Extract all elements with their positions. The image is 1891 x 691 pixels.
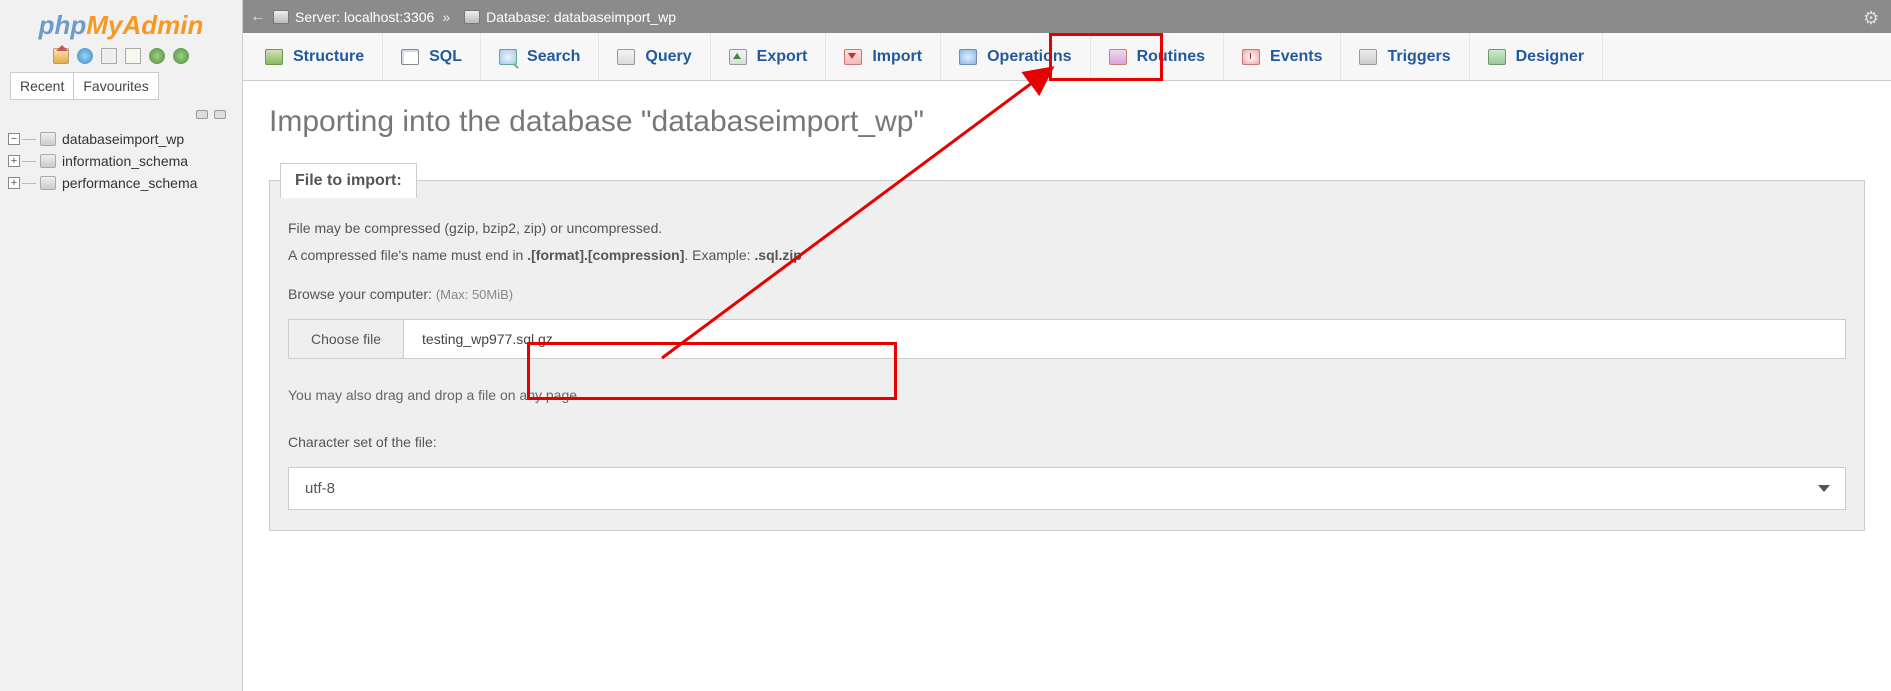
sql-icon[interactable]: [101, 48, 117, 64]
tab-label: SQL: [429, 48, 462, 66]
favourites-button[interactable]: Favourites: [74, 72, 158, 100]
sql-tab-icon: [401, 49, 419, 65]
phpmyadmin-logo[interactable]: phpMyAdmin: [0, 0, 242, 45]
export-icon: [729, 49, 747, 65]
server-icon: [273, 10, 289, 24]
tab-label: Search: [527, 48, 580, 66]
tree-line-icon: [22, 183, 36, 184]
tab-label: Structure: [293, 48, 364, 66]
tree-collapse-icons: [0, 106, 242, 126]
events-icon: [1242, 49, 1260, 65]
breadcrumb-database[interactable]: Database: databaseimport_wp: [486, 9, 676, 25]
charset-select-wrap: utf-8: [288, 467, 1846, 510]
tab-events[interactable]: Events: [1224, 33, 1341, 80]
browse-label-row: Browse your computer: (Max: 50MiB): [288, 284, 1846, 305]
docs-icon[interactable]: [125, 48, 141, 64]
collapse-icon[interactable]: [196, 110, 208, 119]
tab-routines[interactable]: Routines: [1091, 33, 1224, 80]
compress-hint-1: File may be compressed (gzip, bzip2, zip…: [288, 218, 1846, 239]
operations-icon: [959, 49, 977, 65]
tab-designer[interactable]: Designer: [1470, 33, 1603, 80]
tab-sql[interactable]: SQL: [383, 33, 481, 80]
search-icon: [499, 49, 517, 65]
designer-icon: [1488, 49, 1506, 65]
tab-label: Query: [645, 48, 691, 66]
recent-favourites: Recent Favourites: [0, 72, 242, 100]
tab-structure[interactable]: Structure: [247, 33, 383, 80]
tree-line-icon: [22, 139, 36, 140]
main-panel: ← Server: localhost:3306 » Database: dat…: [243, 0, 1891, 691]
tab-triggers[interactable]: Triggers: [1341, 33, 1469, 80]
max-size-label: (Max: 50MiB): [436, 287, 513, 302]
tree-db-label: performance_schema: [62, 175, 197, 191]
tab-query[interactable]: Query: [599, 33, 710, 80]
page-settings-icon[interactable]: [1863, 8, 1881, 26]
database-icon: [40, 132, 56, 146]
settings-icon[interactable]: [149, 48, 165, 64]
hint-text: A compressed file's name must end in: [288, 247, 527, 263]
tree-db-label: information_schema: [62, 153, 188, 169]
hint-text: . Example:: [684, 247, 754, 263]
hint-bold: .[format].[compression]: [527, 247, 684, 263]
tree-toggle-icon[interactable]: +: [8, 155, 20, 167]
structure-icon: [265, 49, 283, 65]
file-input[interactable]: Choose file testing_wp977.sql.gz: [288, 319, 1846, 359]
database-icon: [464, 10, 480, 24]
main-tabs: Structure SQL Search Query Export Import…: [243, 33, 1891, 81]
import-icon: [844, 49, 862, 65]
charset-label: Character set of the file:: [288, 432, 1846, 453]
database-icon: [40, 154, 56, 168]
tree-row-performance_schema[interactable]: + performance_schema: [8, 172, 234, 194]
sidebar-icon-row: [0, 45, 242, 72]
choose-file-button[interactable]: Choose file: [289, 320, 404, 358]
tree-toggle-icon[interactable]: −: [8, 133, 20, 145]
chosen-filename: testing_wp977.sql.gz: [404, 320, 571, 358]
charset-select[interactable]: utf-8: [288, 467, 1846, 510]
routines-icon: [1109, 49, 1127, 65]
tab-search[interactable]: Search: [481, 33, 599, 80]
breadcrumb-server[interactable]: Server: localhost:3306: [295, 9, 434, 25]
tab-label: Events: [1270, 48, 1322, 66]
tab-label: Designer: [1516, 48, 1584, 66]
hint-example: .sql.zip: [754, 247, 801, 263]
tab-label: Operations: [987, 48, 1071, 66]
reload-icon[interactable]: [173, 48, 189, 64]
breadcrumb-separator: »: [442, 9, 450, 25]
database-icon: [40, 176, 56, 190]
content-area: Importing into the database "databaseimp…: [243, 81, 1891, 555]
drag-drop-note: You may also drag and drop a file on any…: [288, 385, 1846, 406]
triggers-icon: [1359, 49, 1377, 65]
breadcrumb-bar: ← Server: localhost:3306 » Database: dat…: [243, 0, 1891, 33]
recent-button[interactable]: Recent: [10, 72, 74, 100]
tab-label: Routines: [1137, 48, 1205, 66]
tab-label: Export: [757, 48, 808, 66]
help-icon[interactable]: [77, 48, 93, 64]
page-title: Importing into the database "databaseimp…: [269, 105, 1865, 139]
tab-operations[interactable]: Operations: [941, 33, 1090, 80]
tree-row-databaseimport_wp[interactable]: − databaseimport_wp: [8, 128, 234, 150]
tree-line-icon: [22, 161, 36, 162]
file-to-import-fieldset: File to import: File may be compressed (…: [269, 163, 1865, 531]
tab-label: Import: [872, 48, 922, 66]
tree-toggle-icon[interactable]: +: [8, 177, 20, 189]
tree-db-label: databaseimport_wp: [62, 131, 184, 147]
sidebar: phpMyAdmin Recent Favourites − databasei…: [0, 0, 243, 691]
compress-hint-2: A compressed file's name must end in .[f…: [288, 245, 1846, 266]
database-tree: − databaseimport_wp + information_schema…: [0, 126, 242, 196]
fieldset-legend: File to import:: [280, 163, 417, 198]
home-icon[interactable]: [53, 48, 69, 64]
tab-import[interactable]: Import: [826, 33, 941, 80]
link-icon[interactable]: [214, 110, 226, 119]
tab-label: Triggers: [1387, 48, 1450, 66]
logo-part1: php: [39, 10, 87, 40]
logo-part2: MyAdmin: [86, 10, 203, 40]
tree-row-information_schema[interactable]: + information_schema: [8, 150, 234, 172]
browse-label: Browse your computer:: [288, 286, 436, 302]
tab-export[interactable]: Export: [711, 33, 827, 80]
back-icon[interactable]: ←: [249, 8, 267, 26]
query-icon: [617, 49, 635, 65]
